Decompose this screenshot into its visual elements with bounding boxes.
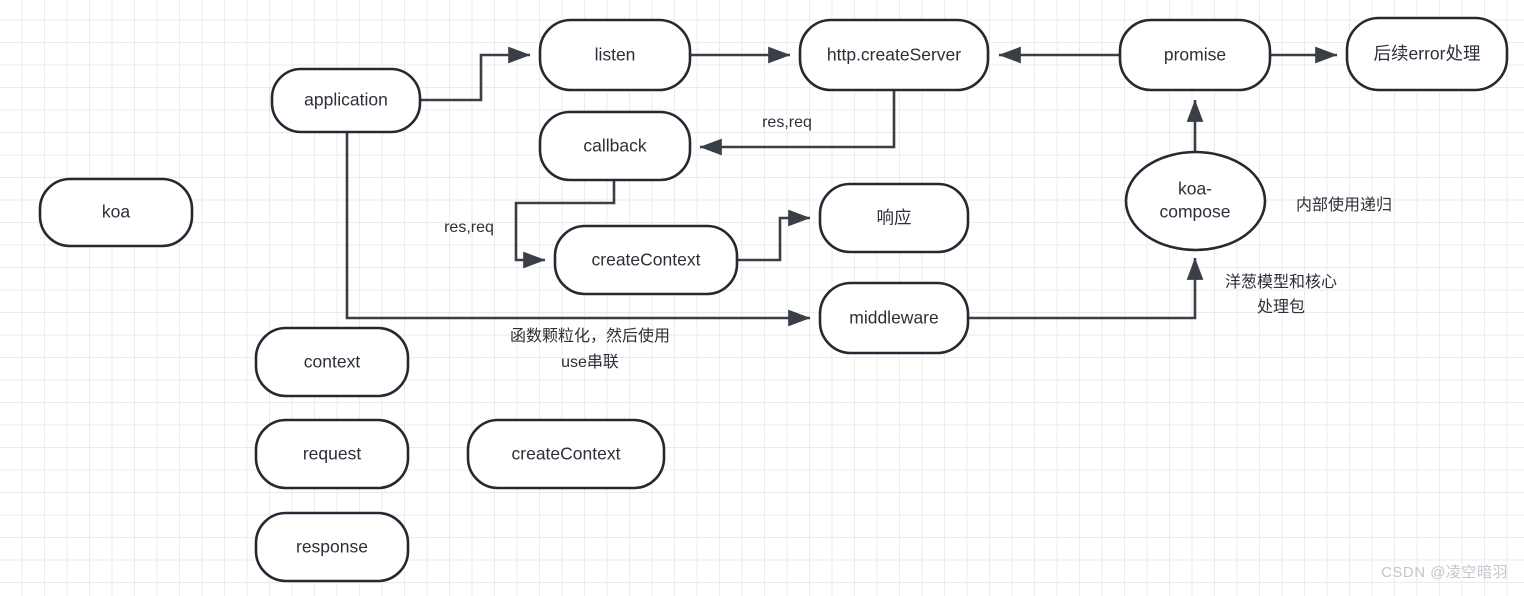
node-koa-compose[interactable]: koa- compose bbox=[1124, 150, 1267, 252]
node-promise[interactable]: promise bbox=[1118, 18, 1272, 92]
edge-label-resreq-middle: res,req bbox=[444, 219, 494, 236]
node-response-cn[interactable]: 响应 bbox=[818, 182, 970, 254]
diagram-canvas: koa application listen http.createServer… bbox=[0, 0, 1524, 596]
notes-layer: 内部使用递归 bbox=[1296, 196, 1392, 214]
node-http-createserver[interactable]: http.createServer bbox=[798, 18, 990, 92]
node-createcontext-standalone[interactable]: createContext bbox=[466, 418, 666, 490]
edge-createcontext-to-response-cn bbox=[737, 209, 811, 262]
node-error-handling-label: 后续error处理 bbox=[1374, 44, 1481, 64]
flowchart-svg: koa application listen http.createServer… bbox=[38, 16, 1509, 583]
node-application[interactable]: application bbox=[270, 67, 422, 134]
node-koa-compose-label-line2: compose bbox=[1159, 202, 1230, 222]
edge-label-onion-line2: 处理包 bbox=[1257, 298, 1305, 316]
node-response[interactable]: response bbox=[254, 511, 410, 583]
node-application-label: application bbox=[304, 90, 388, 110]
note-internal-recursion: 内部使用递归 bbox=[1296, 196, 1392, 214]
node-createcontext-label: createContext bbox=[592, 250, 701, 270]
edge-middleware-to-koacompose bbox=[968, 257, 1204, 320]
node-response-label: response bbox=[296, 537, 368, 557]
node-callback-label: callback bbox=[583, 136, 646, 156]
node-error-handling[interactable]: 后续error处理 bbox=[1345, 16, 1509, 92]
node-koa-label: koa bbox=[102, 202, 130, 222]
node-listen[interactable]: listen bbox=[538, 18, 692, 92]
node-context-label: context bbox=[304, 352, 361, 372]
node-middleware[interactable]: middleware bbox=[818, 281, 970, 355]
node-promise-label: promise bbox=[1164, 45, 1226, 65]
node-context[interactable]: context bbox=[254, 326, 410, 398]
node-middleware-label: middleware bbox=[849, 308, 938, 328]
node-koa[interactable]: koa bbox=[38, 177, 194, 248]
node-createcontext[interactable]: createContext bbox=[553, 224, 739, 296]
node-http-createserver-label: http.createServer bbox=[827, 45, 961, 65]
edge-label-granular-line1: 函数颗粒化，然后使用 bbox=[510, 327, 670, 345]
node-koa-compose-label-line1: koa- bbox=[1178, 179, 1212, 199]
edge-label-resreq-top: res,req bbox=[762, 114, 812, 131]
node-callback[interactable]: callback bbox=[538, 110, 692, 182]
node-request-label: request bbox=[303, 444, 362, 464]
edge-label-onion-line1: 洋葱模型和核心 bbox=[1225, 273, 1337, 291]
node-listen-label: listen bbox=[595, 45, 636, 65]
node-createcontext-standalone-label: createContext bbox=[512, 444, 621, 464]
node-request[interactable]: request bbox=[254, 418, 410, 490]
edge-label-granular-line2: use串联 bbox=[561, 353, 619, 371]
node-response-cn-label: 响应 bbox=[877, 208, 912, 228]
edge-application-to-listen bbox=[420, 46, 531, 102]
watermark: CSDN @凌空暗羽 bbox=[1381, 564, 1508, 581]
